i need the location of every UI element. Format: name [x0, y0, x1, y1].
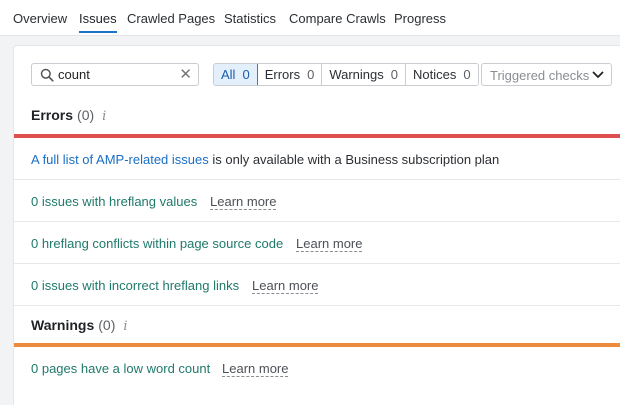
search-input[interactable] — [58, 66, 168, 83]
info-icon[interactable]: i — [123, 319, 127, 334]
learn-more-link[interactable]: Learn more — [222, 361, 289, 377]
warnings-count: (0) — [98, 317, 116, 333]
search-icon — [40, 68, 54, 82]
issue-row: 0 hreflang conflicts within page source … — [14, 221, 620, 263]
issue-link[interactable]: 0 pages have a low word count — [31, 361, 210, 376]
filter-all-count: 0 — [242, 67, 250, 82]
amp-issues-link[interactable]: A full list of AMP-related issues — [31, 152, 209, 167]
errors-bar — [14, 134, 620, 138]
tab-statistics[interactable]: Statistics — [224, 11, 276, 26]
info-icon[interactable]: i — [102, 109, 106, 124]
issue-row: 0 pages have a low word count Learn more — [14, 347, 620, 391]
filter-warnings-button[interactable]: Warnings 0 — [322, 64, 406, 85]
warnings-heading: Warnings (0) i — [31, 317, 128, 334]
warnings-title: Warnings — [31, 317, 95, 333]
filter-notices-button[interactable]: Notices 0 — [405, 64, 478, 85]
filter-warnings-count: 0 — [390, 67, 398, 82]
filter-errors-button[interactable]: Errors 0 — [257, 64, 323, 85]
triggered-checks-dropdown[interactable]: Triggered checks — [481, 63, 612, 86]
tab-issues[interactable]: Issues — [79, 11, 117, 33]
triggered-checks-label: Triggered checks — [490, 68, 590, 83]
search-box: ✕ — [31, 63, 199, 86]
errors-count: (0) — [77, 107, 95, 123]
issue-link[interactable]: 0 issues with incorrect hreflang links — [31, 278, 239, 293]
learn-more-link[interactable]: Learn more — [296, 236, 363, 252]
filter-all-button[interactable]: All 0 — [213, 64, 258, 85]
issue-row: 0 issues with incorrect hreflang links L… — [14, 263, 620, 305]
errors-heading: Errors (0) i — [31, 107, 106, 124]
close-icon[interactable]: ✕ — [179, 66, 192, 83]
filter-notices-count: 0 — [463, 67, 471, 82]
issue-link[interactable]: 0 hreflang conflicts within page source … — [31, 236, 283, 251]
filter-all-label: All — [221, 67, 236, 82]
learn-more-link[interactable]: Learn more — [210, 194, 277, 210]
issue-link[interactable]: 0 issues with hreflang values — [31, 194, 197, 209]
tab-progress[interactable]: Progress — [394, 11, 446, 26]
tab-compare-crawls[interactable]: Compare Crawls — [289, 11, 386, 26]
tab-crawled-pages[interactable]: Crawled Pages — [127, 11, 215, 26]
severity-filter: All 0 Errors 0 Warnings 0 Notices 0 — [213, 63, 479, 86]
filter-errors-label: Errors — [264, 67, 301, 82]
issues-panel: ✕ All 0 Errors 0 Warnings 0 Notices 0 Tr… — [13, 45, 620, 405]
chevron-down-icon — [592, 71, 604, 78]
issue-row: 0 issues with hreflang values Learn more — [14, 179, 620, 221]
filter-warnings-label: Warnings — [329, 67, 384, 82]
learn-more-link[interactable]: Learn more — [252, 278, 319, 294]
amp-notice-text: is only available with a Business subscr… — [208, 152, 500, 167]
filter-notices-label: Notices — [412, 67, 457, 82]
amp-notice: A full list of AMP-related issues is onl… — [31, 152, 499, 167]
filter-errors-count: 0 — [307, 67, 315, 82]
top-nav: Overview Issues Crawled Pages Statistics… — [0, 0, 620, 36]
tab-overview[interactable]: Overview — [13, 11, 67, 26]
errors-title: Errors — [31, 107, 74, 123]
